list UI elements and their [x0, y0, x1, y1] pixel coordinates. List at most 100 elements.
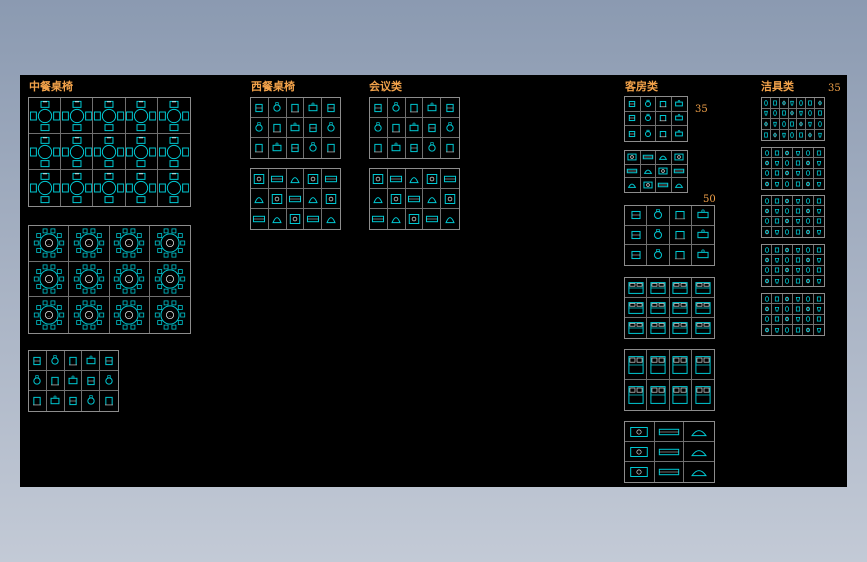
symbol-cell[interactable] [803, 314, 814, 325]
symbol-cell[interactable] [772, 324, 783, 335]
symbol-cell[interactable] [322, 209, 340, 229]
symbol-cell[interactable] [100, 351, 118, 371]
symbol-cell[interactable] [671, 97, 687, 112]
symbol-cell[interactable] [782, 148, 793, 159]
symbol-cell[interactable] [65, 391, 83, 411]
symbol-cell[interactable] [286, 118, 305, 138]
symbol-cell[interactable] [405, 189, 424, 209]
symbol-cell[interactable] [813, 217, 824, 227]
symbol-cell[interactable] [251, 189, 269, 209]
symbol-cell[interactable] [641, 126, 656, 141]
symbol-cell[interactable] [692, 318, 714, 338]
symbol-sheet-bathroom-4[interactable] [761, 244, 825, 287]
symbol-cell[interactable] [779, 98, 789, 109]
symbol-cell[interactable] [387, 189, 406, 209]
symbol-cell[interactable] [640, 151, 656, 165]
symbol-cell[interactable] [647, 278, 670, 298]
symbol-sheet-bathroom-2[interactable] [761, 147, 825, 190]
symbol-sheet-guest-room-4[interactable] [624, 277, 715, 339]
symbol-cell[interactable] [803, 245, 814, 256]
symbol-cell[interactable] [29, 170, 62, 206]
symbol-cell[interactable] [772, 294, 783, 305]
symbol-cell[interactable] [125, 98, 158, 134]
symbol-cell[interactable] [655, 462, 685, 482]
symbol-cell[interactable] [322, 189, 340, 209]
symbol-cell[interactable] [388, 138, 406, 158]
symbol-cell[interactable] [625, 206, 648, 226]
symbol-cell[interactable] [387, 98, 406, 118]
symbol-cell[interactable] [691, 206, 714, 226]
symbol-cell[interactable] [813, 169, 824, 179]
symbol-cell[interactable] [656, 164, 672, 179]
symbol-sheet-chinese-dining-3[interactable] [28, 350, 119, 412]
symbol-cell[interactable] [370, 98, 388, 118]
symbol-cell[interactable] [441, 98, 459, 118]
symbol-sheet-guest-room-6[interactable] [624, 421, 715, 483]
symbol-cell[interactable] [670, 380, 692, 410]
symbol-cell[interactable] [29, 98, 62, 134]
symbol-sheet-western-dining-1[interactable] [250, 97, 341, 159]
symbol-cell[interactable] [782, 294, 793, 305]
symbol-cell[interactable] [813, 266, 824, 276]
symbol-cell[interactable] [625, 126, 641, 141]
symbol-sheet-guest-room-1[interactable] [624, 96, 688, 142]
symbol-cell[interactable] [772, 314, 783, 325]
symbol-cell[interactable] [669, 225, 692, 246]
symbol-cell[interactable] [641, 178, 656, 192]
symbol-cell[interactable] [772, 304, 783, 315]
symbol-cell[interactable] [126, 170, 158, 206]
symbol-cell[interactable] [782, 304, 793, 315]
symbol-cell[interactable] [251, 118, 269, 138]
symbol-cell[interactable] [625, 164, 641, 179]
symbol-cell[interactable] [93, 98, 126, 134]
symbol-cell[interactable] [691, 298, 714, 318]
symbol-cell[interactable] [803, 255, 814, 266]
symbol-cell[interactable] [82, 351, 101, 371]
symbol-cell[interactable] [46, 351, 65, 371]
symbol-cell[interactable] [387, 169, 406, 189]
symbol-cell[interactable] [782, 158, 793, 169]
symbol-cell[interactable] [772, 158, 783, 169]
symbol-cell[interactable] [772, 178, 783, 189]
symbol-cell[interactable] [670, 245, 692, 265]
symbol-cell[interactable] [691, 278, 714, 298]
symbol-cell[interactable] [803, 226, 814, 237]
symbol-cell[interactable] [691, 350, 714, 380]
symbol-cell[interactable] [656, 126, 672, 141]
symbol-cell[interactable] [669, 206, 692, 226]
symbol-cell[interactable] [815, 98, 824, 109]
symbol-sheet-meeting-1[interactable] [369, 97, 460, 159]
symbol-sheet-guest-room-5[interactable] [624, 349, 715, 411]
symbol-cell[interactable] [762, 98, 771, 109]
symbol-cell[interactable] [268, 189, 287, 209]
symbol-cell[interactable] [793, 178, 804, 189]
symbol-cell[interactable] [47, 391, 65, 411]
symbol-cell[interactable] [770, 98, 780, 109]
symbol-cell[interactable] [762, 324, 773, 335]
symbol-cell[interactable] [792, 148, 804, 159]
symbol-cell[interactable] [806, 108, 816, 119]
symbol-cell[interactable] [792, 206, 804, 217]
symbol-cell[interactable] [782, 314, 793, 325]
symbol-sheet-bathroom-1[interactable] [761, 97, 825, 141]
symbol-cell[interactable] [656, 97, 672, 112]
symbol-cell[interactable] [762, 245, 773, 256]
symbol-cell[interactable] [772, 275, 783, 286]
symbol-cell[interactable] [792, 294, 804, 305]
symbol-cell[interactable]: .. [69, 297, 110, 333]
symbol-cell[interactable] [370, 209, 388, 229]
symbol-cell[interactable] [803, 158, 814, 169]
symbol-cell[interactable] [93, 134, 126, 170]
symbol-cell[interactable] [640, 97, 656, 112]
symbol-cell[interactable] [370, 118, 388, 138]
symbol-cell[interactable] [762, 275, 773, 286]
symbol-cell[interactable] [691, 226, 714, 246]
symbol-cell[interactable] [29, 134, 62, 170]
symbol-cell[interactable]: .. [110, 297, 150, 333]
symbol-cell[interactable] [268, 118, 287, 138]
symbol-cell[interactable] [269, 138, 287, 158]
symbol-cell[interactable] [322, 98, 340, 118]
symbol-cell[interactable] [772, 245, 783, 256]
symbol-cell[interactable] [779, 119, 789, 130]
symbol-cell[interactable] [792, 158, 804, 169]
